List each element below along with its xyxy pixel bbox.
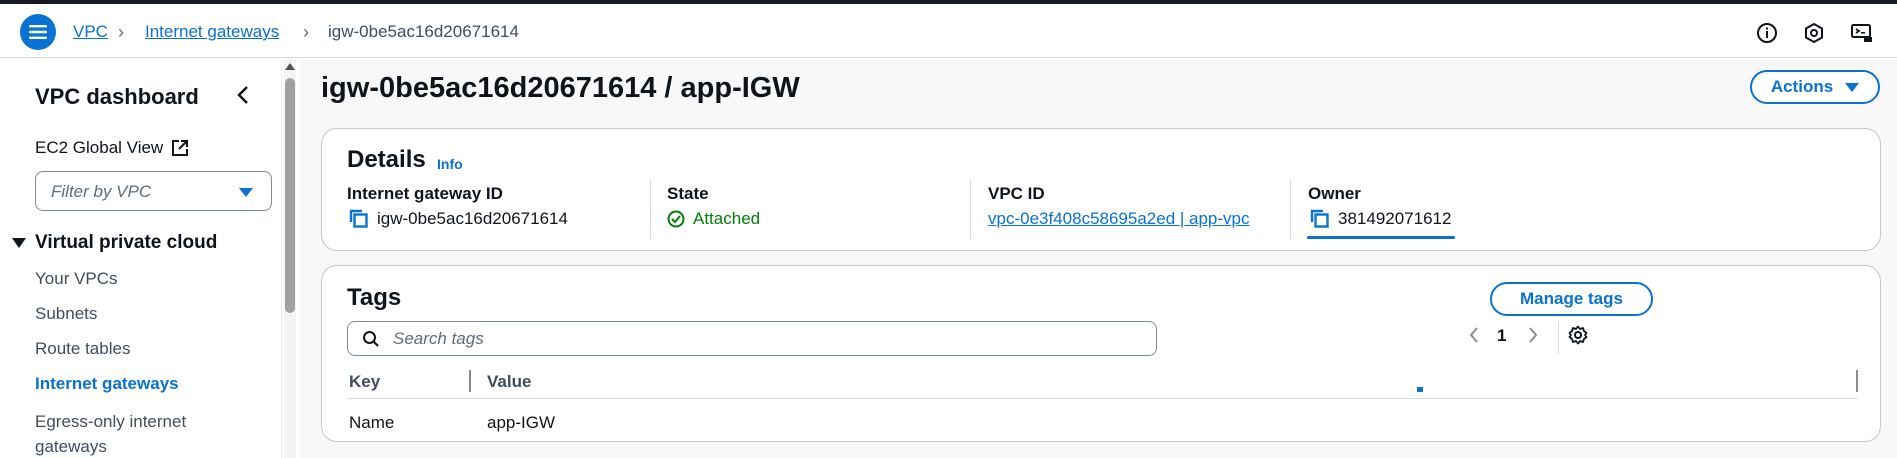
caret-down-icon xyxy=(239,188,253,197)
page-title: igw-0be5ac16d20671614 / app-IGW xyxy=(321,72,800,104)
collapse-sidebar-button[interactable] xyxy=(236,85,250,110)
details-heading: Details xyxy=(347,146,426,173)
sidebar-section-label: Virtual private cloud xyxy=(35,232,218,253)
column-divider xyxy=(1290,179,1291,239)
sidebar-item-ec2-global-view[interactable]: EC2 Global View xyxy=(35,138,163,158)
notifications-icon[interactable] xyxy=(1849,20,1875,46)
details-info-link[interactable]: Info xyxy=(437,156,463,172)
internet-gateway-id-text: igw-0be5ac16d20671614 xyxy=(377,209,568,228)
chevron-right-icon: › xyxy=(118,22,124,42)
search-tags-input[interactable] xyxy=(393,328,1133,350)
gear-icon xyxy=(1568,325,1588,345)
sidebar-item-egress-only-internet-gateways[interactable]: Egress-only internet gateways xyxy=(35,409,235,458)
page-number[interactable]: 1 xyxy=(1497,326,1506,346)
manage-tags-button[interactable]: Manage tags xyxy=(1490,282,1653,316)
column-resize-handle[interactable] xyxy=(469,370,471,392)
menu-button[interactable] xyxy=(20,14,56,50)
column-resize-handle[interactable] xyxy=(1856,370,1858,392)
breadcrumb-internet-gateways[interactable]: Internet gateways xyxy=(145,22,279,42)
next-page-button[interactable] xyxy=(1528,326,1538,349)
pager-divider xyxy=(1558,322,1559,354)
owner-text: 381492071612 xyxy=(1338,209,1452,228)
copy-icon[interactable] xyxy=(1310,209,1330,229)
search-icon xyxy=(363,331,379,347)
owner-focus-underline xyxy=(1307,236,1455,239)
owner-label: Owner xyxy=(1308,184,1361,203)
hamburger-icon xyxy=(29,25,47,39)
tags-panel: Tags Manage tags 1 Key Value Name app-IG… xyxy=(321,265,1881,442)
tag-key-cell: Name xyxy=(349,413,395,432)
sidebar-item-route-tables[interactable]: Route tables xyxy=(35,339,130,359)
details-panel: Details Info Internet gateway ID igw-0be… xyxy=(321,128,1881,251)
breadcrumb-vpc[interactable]: VPC xyxy=(73,22,108,42)
breadcrumb-bar: VPC › Internet gateways › igw-0be5ac16d2… xyxy=(0,4,1897,58)
table-indicator-dot xyxy=(1417,387,1423,392)
vpc-id-label: VPC ID xyxy=(988,184,1045,203)
actions-button-label: Actions xyxy=(1770,77,1834,96)
tag-value-cell: app-IGW xyxy=(487,413,556,432)
sidebar: VPC dashboard EC2 Global View Filter by … xyxy=(0,59,282,458)
column-header-value[interactable]: Value xyxy=(487,372,531,392)
column-divider xyxy=(970,179,971,239)
search-tags-box xyxy=(347,321,1157,356)
sidebar-title[interactable]: VPC dashboard xyxy=(35,84,199,110)
cloudshell-icon[interactable] xyxy=(1801,20,1827,46)
owner-value: 381492071612 xyxy=(1310,209,1451,229)
internet-gateway-id-value: igw-0be5ac16d20671614 xyxy=(349,209,568,229)
vpc-id-link[interactable]: vpc-0e3f408c58695a2ed | app-vpc xyxy=(988,209,1250,229)
internet-gateway-id-label: Internet gateway ID xyxy=(347,184,503,203)
state-label: State xyxy=(667,184,709,203)
state-value: Attached xyxy=(667,209,760,229)
settings-button[interactable] xyxy=(1568,325,1588,350)
success-check-icon xyxy=(667,210,685,228)
info-circle-icon[interactable] xyxy=(1754,20,1780,46)
previous-page-button[interactable] xyxy=(1469,326,1479,349)
main-content: igw-0be5ac16d20671614 / app-IGW Actions … xyxy=(300,59,1897,458)
column-header-key[interactable]: Key xyxy=(349,372,380,392)
vpc-id-value: vpc-0e3f408c58695a2ed | app-vpc xyxy=(988,209,1250,229)
filter-by-vpc-placeholder: Filter by VPC xyxy=(51,182,152,201)
caret-down-icon xyxy=(1845,82,1860,92)
tags-heading: Tags xyxy=(347,284,402,311)
external-link-icon[interactable] xyxy=(171,139,189,162)
breadcrumb-current: igw-0be5ac16d20671614 xyxy=(328,22,519,41)
scroll-up-arrow-icon[interactable] xyxy=(285,63,295,70)
sidebar-section-virtual-private-cloud[interactable]: Virtual private cloud xyxy=(12,232,217,254)
sidebar-item-subnets[interactable]: Subnets xyxy=(35,304,97,324)
sidebar-item-internet-gateways[interactable]: Internet gateways xyxy=(35,374,179,394)
copy-icon[interactable] xyxy=(349,209,369,229)
sidebar-item-your-vpcs[interactable]: Your VPCs xyxy=(35,269,118,289)
sidebar-scrollbar-thumb[interactable] xyxy=(285,78,295,313)
table-header-divider xyxy=(347,398,1857,399)
chevron-left-icon xyxy=(237,86,248,104)
filter-by-vpc-select[interactable]: Filter by VPC xyxy=(35,171,272,211)
state-text: Attached xyxy=(693,209,761,228)
caret-down-icon xyxy=(12,238,26,248)
chevron-right-icon: › xyxy=(303,22,309,42)
actions-button[interactable]: Actions xyxy=(1750,70,1880,104)
column-divider xyxy=(650,179,651,239)
chevron-left-icon xyxy=(1469,327,1478,343)
chevron-right-icon xyxy=(1529,327,1538,343)
